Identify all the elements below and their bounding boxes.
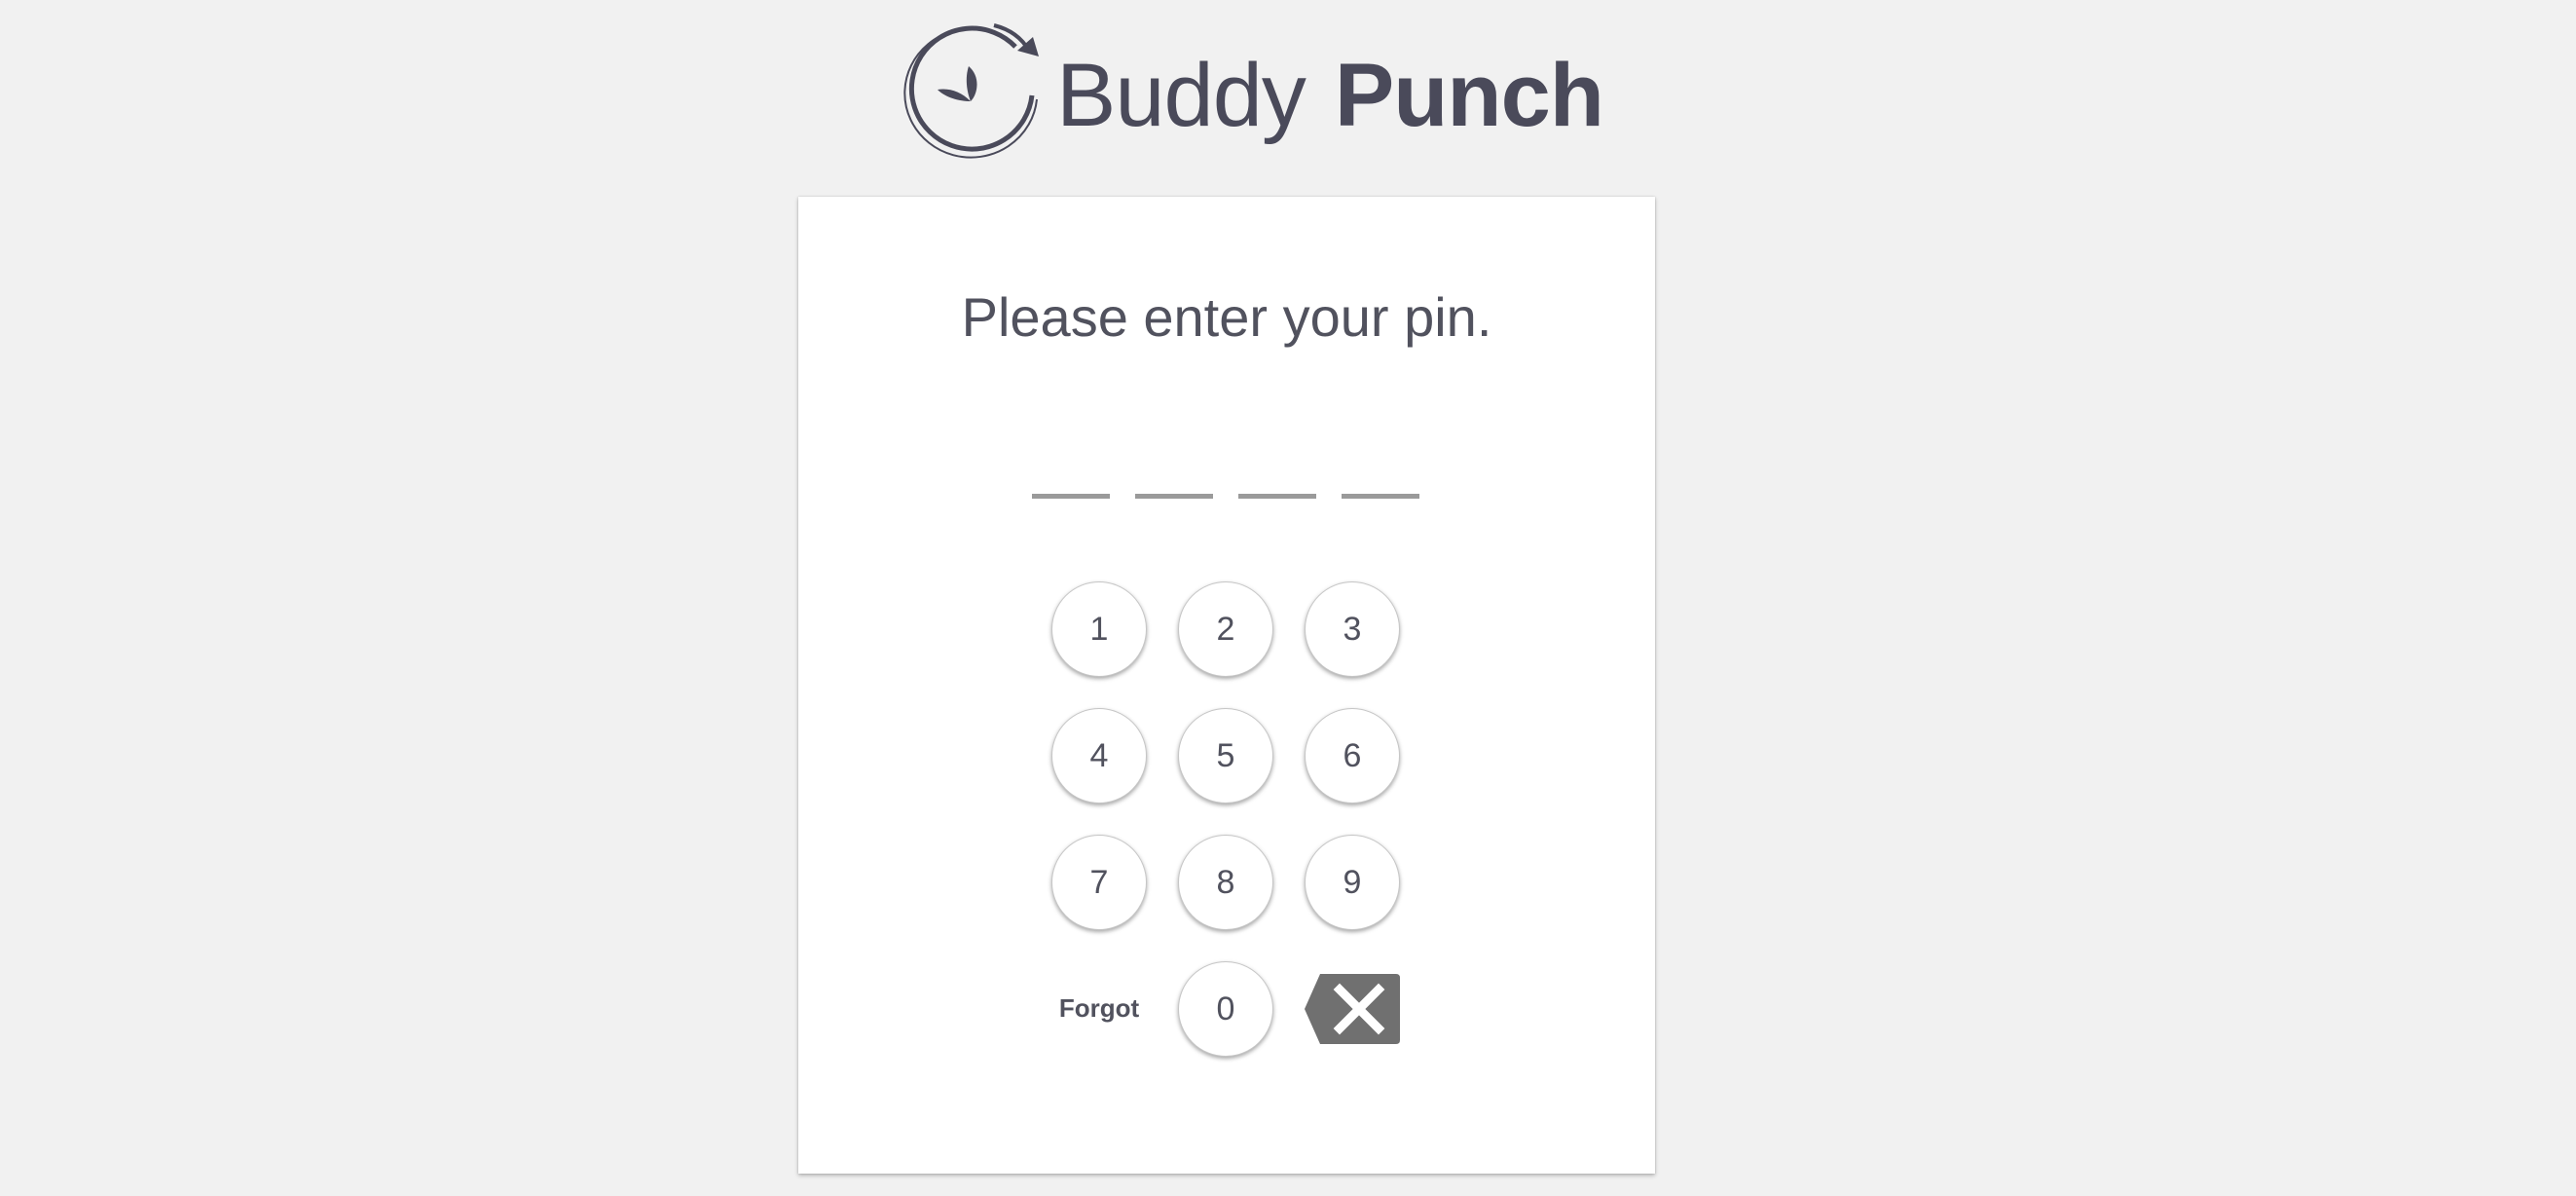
keypad-button-1[interactable]: 1 xyxy=(1051,581,1147,677)
keypad-button-5[interactable]: 5 xyxy=(1178,708,1273,804)
forgot-pin-link[interactable]: Forgot xyxy=(1041,993,1158,1024)
keypad-button-9[interactable]: 9 xyxy=(1305,835,1400,930)
pin-prompt: Please enter your pin. xyxy=(961,286,1492,348)
keypad-button-2[interactable]: 2 xyxy=(1178,581,1273,677)
logo-text-punch: Punch xyxy=(1334,46,1604,145)
backspace-x-icon xyxy=(1305,974,1400,1044)
pin-slot-3 xyxy=(1238,494,1316,499)
keypad-button-7[interactable]: 7 xyxy=(1051,835,1147,930)
logo-text-buddy: Buddy xyxy=(1056,46,1306,145)
buddy-punch-logo: Buddy Punch xyxy=(901,18,1604,162)
keypad-button-6[interactable]: 6 xyxy=(1305,708,1400,804)
logo-wordmark: Buddy Punch xyxy=(1056,51,1604,140)
page: Buddy Punch Please enter your pin. 1 2 3 … xyxy=(0,0,2576,1196)
pin-entry-card: Please enter your pin. 1 2 3 4 5 6 7 8 9… xyxy=(798,197,1655,1174)
keypad-button-3[interactable]: 3 xyxy=(1305,581,1400,677)
pin-slot-4 xyxy=(1342,494,1419,499)
clock-logo-icon xyxy=(903,23,1039,159)
pin-slot-1 xyxy=(1032,494,1110,499)
pin-input-slots xyxy=(1032,494,1421,500)
keypad-button-4[interactable]: 4 xyxy=(1051,708,1147,804)
keypad-button-8[interactable]: 8 xyxy=(1178,835,1273,930)
pin-slot-2 xyxy=(1135,494,1213,499)
keypad-button-0[interactable]: 0 xyxy=(1178,961,1273,1057)
backspace-button[interactable] xyxy=(1303,972,1402,1046)
